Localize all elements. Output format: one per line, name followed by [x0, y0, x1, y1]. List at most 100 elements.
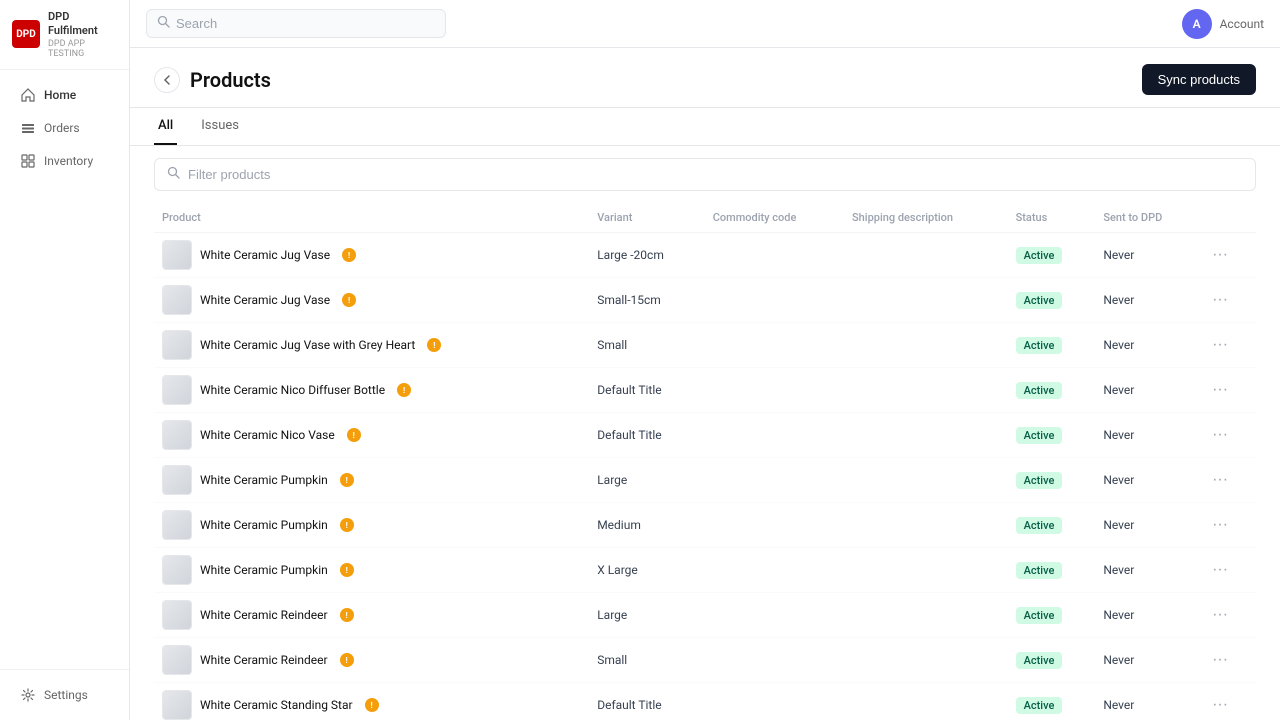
info-icon[interactable]: !: [347, 428, 361, 442]
tab-all[interactable]: All: [154, 108, 177, 145]
product-image: [163, 556, 191, 584]
tab-issues[interactable]: Issues: [197, 108, 243, 145]
more-actions-button[interactable]: ···: [1208, 602, 1232, 628]
col-shipping-description: Shipping description: [844, 203, 1008, 233]
product-thumbnail: [162, 330, 192, 360]
sent-to-dpd-cell: Never: [1095, 548, 1200, 593]
product-cell-inner: White Ceramic Pumpkin !: [162, 510, 581, 540]
status-badge: Active: [1016, 337, 1063, 354]
actions-cell: ···: [1200, 683, 1256, 720]
search-container[interactable]: [146, 9, 446, 38]
table-row: White Ceramic Pumpkin ! X LargeActiveNev…: [154, 548, 1256, 593]
shipping-description-cell: [844, 548, 1008, 593]
info-icon[interactable]: !: [340, 653, 354, 667]
product-name: White Ceramic Pumpkin: [200, 563, 328, 577]
info-icon[interactable]: !: [340, 518, 354, 532]
filter-products-input[interactable]: [188, 167, 1243, 182]
filter-input-container[interactable]: [154, 158, 1256, 191]
more-actions-button[interactable]: ···: [1208, 287, 1232, 313]
product-image: [163, 241, 191, 269]
product-image: [163, 286, 191, 314]
product-cell-inner: White Ceramic Reindeer !: [162, 600, 581, 630]
info-icon[interactable]: !: [340, 563, 354, 577]
status-cell: Active: [1008, 278, 1096, 323]
status-cell: Active: [1008, 458, 1096, 503]
product-cell-inner: White Ceramic Jug Vase with Grey Heart !: [162, 330, 581, 360]
inventory-icon: [20, 153, 36, 169]
info-icon[interactable]: !: [342, 248, 356, 262]
product-cell: White Ceramic Jug Vase !: [154, 278, 589, 323]
more-actions-button[interactable]: ···: [1208, 377, 1232, 403]
app-subtitle: DPD APP TESTING: [48, 39, 117, 59]
sidebar-item-home[interactable]: Home: [6, 79, 123, 111]
status-cell: Active: [1008, 368, 1096, 413]
variant-cell: Default Title: [589, 683, 704, 720]
product-image: [163, 601, 191, 629]
more-actions-button[interactable]: ···: [1208, 467, 1232, 493]
sidebar-item-settings[interactable]: Settings: [6, 679, 123, 711]
shipping-description-cell: [844, 458, 1008, 503]
status-cell: Active: [1008, 638, 1096, 683]
info-icon[interactable]: !: [342, 293, 356, 307]
shipping-description-cell: [844, 368, 1008, 413]
more-actions-button[interactable]: ···: [1208, 692, 1232, 718]
col-commodity-code: Commodity code: [705, 203, 844, 233]
more-actions-button[interactable]: ···: [1208, 647, 1232, 673]
commodity-code-cell: [705, 458, 844, 503]
product-name: White Ceramic Nico Diffuser Bottle: [200, 383, 385, 397]
variant-cell: Small-15cm: [589, 278, 704, 323]
product-cell: White Ceramic Nico Vase !: [154, 413, 589, 458]
info-icon[interactable]: !: [427, 338, 441, 352]
back-button[interactable]: [154, 67, 180, 93]
product-cell-inner: White Ceramic Reindeer !: [162, 645, 581, 675]
table-row: White Ceramic Nico Vase ! Default TitleA…: [154, 413, 1256, 458]
product-cell-inner: White Ceramic Nico Vase !: [162, 420, 581, 450]
info-icon[interactable]: !: [397, 383, 411, 397]
info-icon[interactable]: !: [340, 608, 354, 622]
product-name: White Ceramic Jug Vase: [200, 248, 330, 262]
shipping-description-cell: [844, 323, 1008, 368]
product-cell: White Ceramic Pumpkin !: [154, 458, 589, 503]
sidebar: DPD DPD Fulfilment DPD APP TESTING Home …: [0, 0, 130, 720]
commodity-code-cell: [705, 683, 844, 720]
commodity-code-cell: [705, 323, 844, 368]
status-cell: Active: [1008, 548, 1096, 593]
actions-cell: ···: [1200, 503, 1256, 548]
status-cell: Active: [1008, 233, 1096, 278]
commodity-code-cell: [705, 278, 844, 323]
sent-to-dpd-cell: Never: [1095, 638, 1200, 683]
variant-cell: Small: [589, 323, 704, 368]
actions-cell: ···: [1200, 323, 1256, 368]
col-actions: [1200, 203, 1256, 233]
sync-products-button[interactable]: Sync products: [1142, 64, 1256, 95]
shipping-description-cell: [844, 593, 1008, 638]
info-icon[interactable]: !: [365, 698, 379, 712]
product-cell-inner: White Ceramic Jug Vase !: [162, 240, 581, 270]
table-row: White Ceramic Pumpkin ! LargeActiveNever…: [154, 458, 1256, 503]
product-cell-inner: White Ceramic Standing Star !: [162, 690, 581, 720]
search-input[interactable]: [176, 16, 435, 31]
info-icon[interactable]: !: [340, 473, 354, 487]
sidebar-item-home-label: Home: [44, 88, 76, 102]
more-actions-button[interactable]: ···: [1208, 512, 1232, 538]
more-actions-button[interactable]: ···: [1208, 422, 1232, 448]
actions-cell: ···: [1200, 458, 1256, 503]
product-thumbnail: [162, 600, 192, 630]
more-actions-button[interactable]: ···: [1208, 242, 1232, 268]
table-body: White Ceramic Jug Vase ! Large -20cmActi…: [154, 233, 1256, 720]
product-name: White Ceramic Pumpkin: [200, 518, 328, 532]
product-cell-inner: White Ceramic Jug Vase !: [162, 285, 581, 315]
actions-cell: ···: [1200, 278, 1256, 323]
product-thumbnail: [162, 690, 192, 720]
col-status: Status: [1008, 203, 1096, 233]
sidebar-item-inventory[interactable]: Inventory: [6, 145, 123, 177]
product-thumbnail: [162, 645, 192, 675]
status-badge: Active: [1016, 382, 1063, 399]
more-actions-button[interactable]: ···: [1208, 557, 1232, 583]
sidebar-nav: Home Orders Inventory: [0, 70, 129, 669]
app-name: DPD Fulfilment: [48, 10, 117, 39]
sidebar-item-orders[interactable]: Orders: [6, 112, 123, 144]
table-row: White Ceramic Reindeer ! LargeActiveNeve…: [154, 593, 1256, 638]
more-actions-button[interactable]: ···: [1208, 332, 1232, 358]
sent-to-dpd-cell: Never: [1095, 503, 1200, 548]
